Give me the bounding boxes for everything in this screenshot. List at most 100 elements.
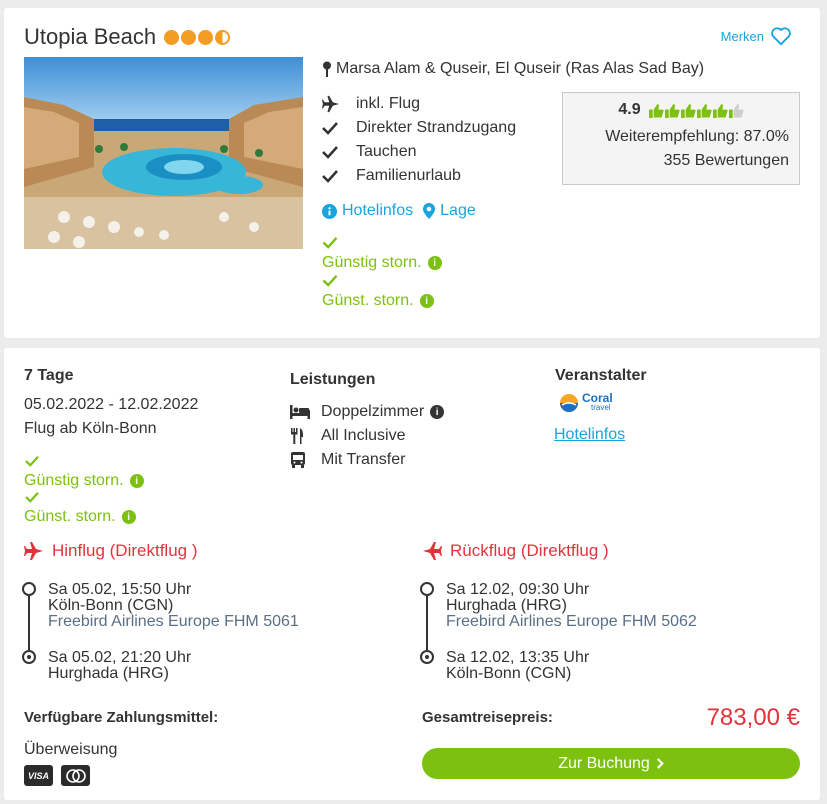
visa-icon: VISA xyxy=(24,765,53,786)
rueckflug-arr-airport: Köln-Bonn (CGN) xyxy=(446,665,572,682)
hotel-title: Utopia Beach xyxy=(24,24,231,50)
airplane-icon xyxy=(24,542,43,560)
storn-text-1: Günstig storn. xyxy=(322,254,422,271)
thumb-up-icon xyxy=(664,103,680,118)
hinflug-timeline: Sa 05.02, 15:50 Uhr Köln-Bonn (CGN) Free… xyxy=(22,582,352,682)
hotel-links: Hotelinfos Lage xyxy=(322,202,476,220)
info-icon[interactable]: i xyxy=(430,405,445,419)
feature-flight: inkl. Flug xyxy=(322,92,516,116)
hotel-name[interactable]: Utopia Beach xyxy=(24,24,156,50)
sun-icon xyxy=(181,29,197,45)
leistung-room: Doppelzimmer i xyxy=(290,400,445,424)
half-sun-icon xyxy=(215,29,231,45)
rueckflug-timeline: Sa 12.02, 09:30 Uhr Hurghada (HRG) Freeb… xyxy=(420,582,800,682)
check-icon xyxy=(322,122,338,135)
thumb-up-icon xyxy=(712,103,728,118)
merken-label: Merken xyxy=(720,28,764,44)
info-icon xyxy=(322,203,337,219)
heart-icon xyxy=(771,27,791,46)
check-icon xyxy=(25,455,39,467)
bus-icon xyxy=(291,452,305,468)
arrival-dot xyxy=(22,650,36,664)
info-icon[interactable]: i xyxy=(129,474,144,488)
hinflug-arr-airport: Hurghada (HRG) xyxy=(48,665,169,682)
total-label: Gesamtreisepreis: xyxy=(422,709,553,726)
cutlery-icon xyxy=(291,428,304,444)
rueckflug-title: Rückflug (Direktflug ) xyxy=(450,541,609,560)
rueckflug-header: Rückflug (Direktflug ) xyxy=(422,541,609,561)
cancellation-info: Günstig storn. i Günst. storn. i xyxy=(322,236,442,310)
leistung-transfer: Mit Transfer xyxy=(290,448,444,472)
booking-button-label: Zur Buchung xyxy=(558,754,650,772)
feature-family: Familienurlaub xyxy=(322,164,516,188)
thumb-up-icon xyxy=(648,103,664,118)
sun-icon xyxy=(198,29,214,45)
arrival-dot xyxy=(420,650,434,664)
thumb-up-half-icon xyxy=(728,103,744,118)
rueckflug-dep-airport: Hurghada (HRG) xyxy=(446,597,567,614)
check-icon xyxy=(322,275,338,287)
map-marker-icon xyxy=(423,203,436,219)
recommendation-rate: Weiterempfehlung: 87.0% xyxy=(605,128,789,145)
offer-cancellation-info: Günstig storn. i Günst. storn. i xyxy=(24,454,144,526)
lage-link[interactable]: Lage xyxy=(423,202,476,220)
payment-title: Verfügbare Zahlungsmittel: xyxy=(24,709,219,726)
hotel-photo[interactable] xyxy=(24,57,303,249)
check-icon xyxy=(25,491,39,503)
sun-icon xyxy=(164,29,180,45)
leistungen-title: Leistungen xyxy=(290,371,376,388)
storn-text-1: Günstig storn. xyxy=(24,472,124,489)
rueckflug-arr-time: Sa 12.02, 13:35 Uhr xyxy=(446,649,590,666)
location-text: Marsa Alam & Quseir, El Quseir (Ras Alas… xyxy=(336,60,705,77)
chevron-right-icon xyxy=(656,758,664,769)
sun-rating xyxy=(164,29,231,45)
hinflug-dep-time: Sa 05.02, 15:50 Uhr xyxy=(48,581,192,598)
hinflug-title: Hinflug (Direktflug ) xyxy=(52,541,198,560)
info-icon[interactable]: i xyxy=(419,294,434,308)
rueckflug-dep-time: Sa 12.02, 09:30 Uhr xyxy=(446,581,590,598)
airplane-return-icon xyxy=(423,542,442,560)
total-price: 783,00 € xyxy=(706,704,800,731)
thumbs-rating xyxy=(648,103,744,118)
thumb-up-icon xyxy=(680,103,696,118)
hotel-card: Utopia Beach Merken Marsa Alam & Quseir,… xyxy=(4,8,820,338)
info-icon[interactable]: i xyxy=(121,510,136,524)
merken-button[interactable]: Merken xyxy=(721,26,792,46)
feature-list: inkl. Flug Direkter Strandzugang Tauchen… xyxy=(322,92,516,188)
rating-score: 4.9 xyxy=(618,101,641,118)
hinflug-dep-airport: Köln-Bonn (CGN) xyxy=(48,597,174,614)
hinflug-header: Hinflug (Direktflug ) xyxy=(24,541,198,561)
airplane-icon xyxy=(322,95,340,113)
hotel-location: Marsa Alam & Quseir, El Quseir (Ras Alas… xyxy=(322,60,704,78)
veranstalter-title: Veranstalter xyxy=(555,367,647,384)
map-pin-icon xyxy=(323,61,331,77)
offer-card: 7 Tage 05.02.2022 - 12.02.2022 Flug ab K… xyxy=(4,348,820,800)
rueckflug-airline: Freebird Airlines Europe FHM 5062 xyxy=(446,613,697,630)
hinflug-airline: Freebird Airlines Europe FHM 5061 xyxy=(48,613,299,630)
booking-button[interactable]: Zur Buchung xyxy=(422,748,800,779)
check-icon xyxy=(322,170,338,183)
mastercard-icon xyxy=(61,765,90,786)
payment-method: Überweisung xyxy=(24,741,118,758)
departure-dot xyxy=(22,582,36,596)
review-count: 355 Bewertungen xyxy=(663,152,789,169)
rating-box[interactable]: 4.9 Weiterempfehlung: 87.0% 355 Bewertun… xyxy=(562,92,800,185)
departure-dot xyxy=(420,582,434,596)
departure-airport: Flug ab Köln-Bonn xyxy=(24,420,157,437)
storn-text-2: Günst. storn. xyxy=(24,508,116,525)
feature-beach: Direkter Strandzugang xyxy=(322,116,516,140)
check-icon xyxy=(322,237,338,249)
leistungen-list: Doppelzimmer i All Inclusive Mit Transfe… xyxy=(290,400,445,472)
hotelinfos-link[interactable]: Hotelinfos xyxy=(322,202,413,220)
hinflug-arr-time: Sa 05.02, 21:20 Uhr xyxy=(48,649,192,666)
storn-text-2: Günst. storn. xyxy=(322,292,414,309)
check-icon xyxy=(322,146,338,159)
veranstalter-hotelinfos-link[interactable]: Hotelinfos xyxy=(554,426,625,444)
thumb-up-icon xyxy=(696,103,712,118)
duration: 7 Tage xyxy=(24,367,74,384)
info-icon[interactable]: i xyxy=(427,256,442,270)
bed-icon xyxy=(290,405,310,419)
payment-card-icons: VISA xyxy=(24,765,90,786)
travel-dates: 05.02.2022 - 12.02.2022 xyxy=(24,396,199,413)
coral-travel-logo: Coral travel xyxy=(559,392,613,413)
